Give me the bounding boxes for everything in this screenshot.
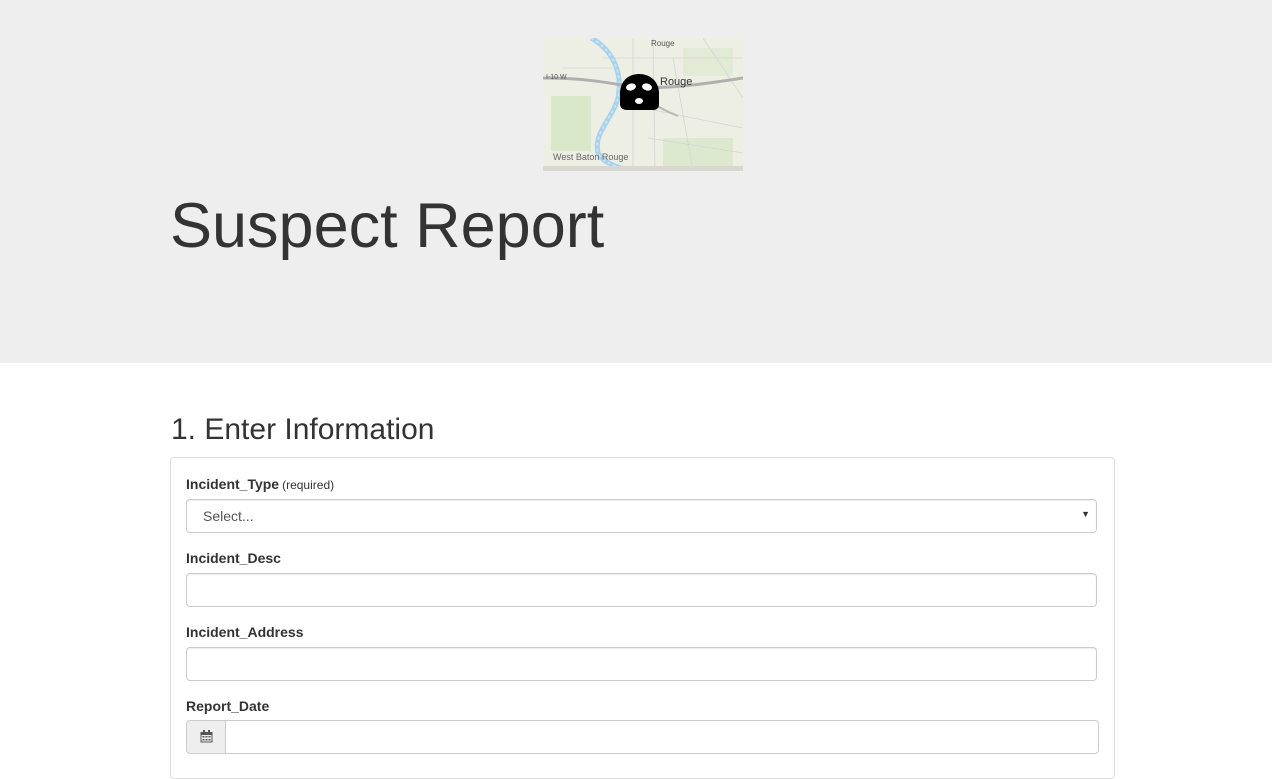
- app-logo: I-10 W Rouge Rouge West Baton Rouge: [543, 38, 743, 171]
- map-label-road: Rouge: [651, 39, 675, 48]
- page-title: Suspect Report: [170, 191, 605, 261]
- incident-address-input[interactable]: [186, 647, 1097, 681]
- required-hint: (required): [282, 478, 335, 492]
- form-panel: Incident_Type (required) Select... ▼ Inci…: [170, 457, 1115, 779]
- calendar-icon: [200, 730, 213, 743]
- incident-type-selected-value: Select...: [203, 508, 254, 524]
- header-jumbotron: I-10 W Rouge Rouge West Baton Rouge Susp…: [0, 0, 1272, 363]
- chevron-down-icon: ▼: [1081, 509, 1090, 519]
- incident-desc-input[interactable]: [186, 573, 1097, 607]
- date-picker-button[interactable]: [186, 720, 226, 754]
- section-heading: 1. Enter Information: [171, 413, 435, 446]
- masked-suspect-icon: [620, 74, 659, 110]
- report-date-label: Report_Date: [186, 698, 270, 714]
- incident-address-label: Incident_Address: [186, 624, 304, 640]
- map-thumbnail: I-10 W Rouge Rouge West Baton Rouge: [543, 38, 743, 171]
- report-date-input[interactable]: [225, 720, 1099, 754]
- incident-desc-label: Incident_Desc: [186, 550, 281, 566]
- map-label-west-city: West Baton Rouge: [553, 152, 628, 162]
- map-label-city: Rouge: [660, 76, 692, 88]
- map-label-highway: I-10 W: [546, 74, 567, 81]
- incident-type-select[interactable]: Select... ▼: [186, 499, 1097, 533]
- incident-type-label-text: Incident_Type: [186, 476, 280, 492]
- report-date-group: [186, 720, 1099, 754]
- incident-type-label: Incident_Type (required): [186, 476, 334, 492]
